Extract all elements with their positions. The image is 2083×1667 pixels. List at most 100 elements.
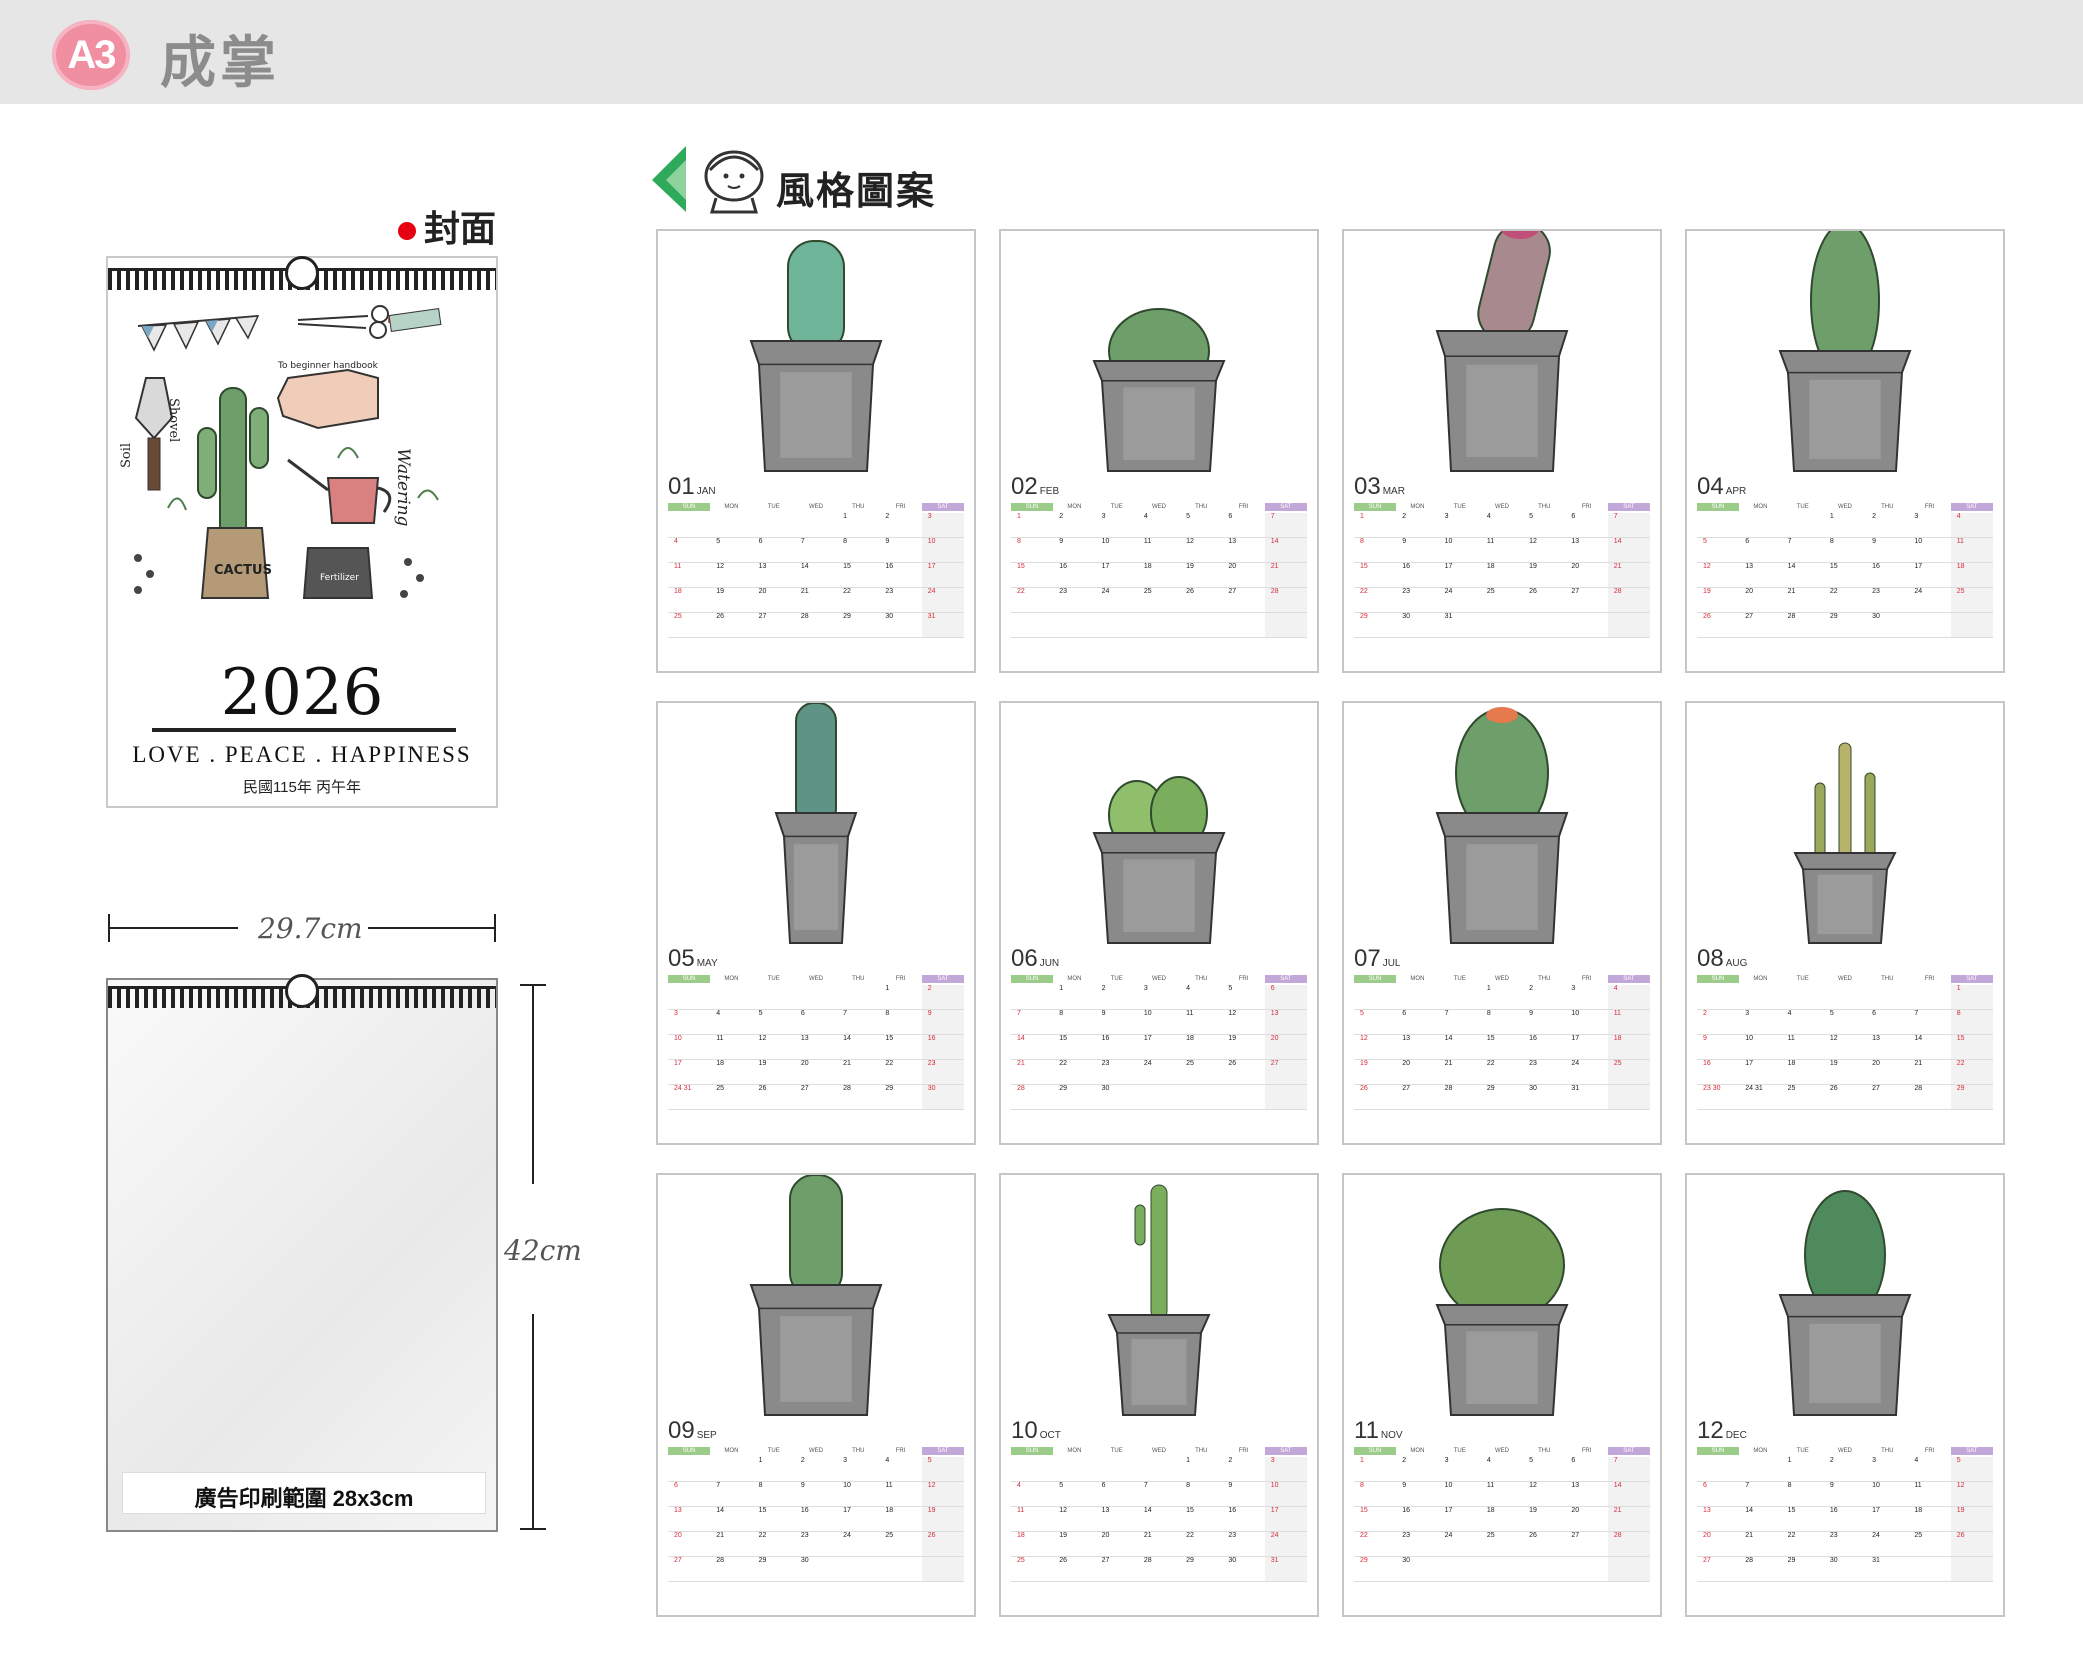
date-cell: 6 xyxy=(1402,1010,1407,1017)
date-cell xyxy=(1607,613,1650,637)
month-page: 09 SEP SUN MON TUE WED THU FRI SAT 1 2 3 4 5 6 7 8 9 10 11 1… xyxy=(656,1173,976,1617)
date-cell: 22 xyxy=(758,1532,767,1539)
date-cell: 21 xyxy=(1143,1532,1152,1539)
month-abbr: SEP xyxy=(696,1430,717,1441)
date-cell: 7 xyxy=(1607,513,1650,537)
date-cell: 11 xyxy=(1787,1035,1795,1042)
date-cell: 15 xyxy=(1360,563,1368,570)
date-cell: 6 xyxy=(674,1482,678,1489)
date-cell: 26 xyxy=(1950,1532,1993,1556)
date-cell: 13 xyxy=(1101,1507,1110,1514)
date-cell: 12 xyxy=(1529,1482,1537,1489)
date-cell: 21 xyxy=(1745,1532,1754,1539)
weekday-label: TUE xyxy=(767,504,780,510)
week-row: 12 13 14 15 16 17 18 xyxy=(1697,563,1993,588)
date-cell: 22 xyxy=(1360,1532,1368,1539)
weekday-label: MON xyxy=(1753,1448,1768,1454)
date-cell: 9 xyxy=(1703,1035,1707,1042)
date-cell: 1 xyxy=(1059,985,1064,992)
date-cell: 13 xyxy=(1872,1035,1880,1042)
weekday-label: WED xyxy=(1837,504,1852,510)
date-cell: 10 xyxy=(1571,1010,1580,1017)
date-cell: 31 xyxy=(1571,1085,1580,1092)
weekday-label: MON xyxy=(1067,1448,1082,1454)
date-cell: 13 xyxy=(1264,1010,1307,1034)
date-cell: 4 xyxy=(1950,513,1993,537)
date-cell: 22 xyxy=(1787,1532,1796,1539)
weekday-label: SUN xyxy=(1011,975,1054,983)
date-cell: 12 xyxy=(716,563,725,570)
date-cell: 10 xyxy=(1444,1482,1453,1489)
date-cell: 5 xyxy=(716,538,721,545)
weekday-label: MON xyxy=(724,976,739,982)
date-cell: 2 xyxy=(1228,1457,1233,1464)
date-cell xyxy=(1950,613,1993,637)
cover-year: 2026 xyxy=(220,656,384,730)
date-cell: 20 xyxy=(800,1060,809,1067)
date-cell: 4 xyxy=(1787,1010,1792,1017)
date-cell: 23 xyxy=(1529,1060,1537,1067)
date-cell: 17 xyxy=(1914,563,1923,570)
date-cell: 27 xyxy=(1703,1557,1711,1564)
date-cell xyxy=(1180,613,1222,637)
weekday-label: FRI xyxy=(1238,1448,1249,1454)
date-cell: 15 xyxy=(1360,1507,1368,1514)
week-row: 20 21 22 23 24 25 26 xyxy=(668,1532,964,1557)
date-cell: 16 xyxy=(1101,1035,1110,1042)
date-cell: 21 xyxy=(1444,1060,1453,1067)
week-row: 5 6 7 8 9 10 11 xyxy=(1697,538,1993,563)
month-number: 11 xyxy=(1354,1417,1379,1444)
weekday-label: TUE xyxy=(1110,504,1123,510)
date-cell: 12 xyxy=(1360,1035,1368,1042)
date-cell: 20 xyxy=(1745,588,1754,595)
date-cell xyxy=(1354,985,1396,1009)
date-cell: 8 xyxy=(1360,538,1364,545)
date-cell: 6 xyxy=(1228,513,1233,520)
date-cell: 25 xyxy=(1787,1085,1796,1092)
date-cell: 8 xyxy=(1017,538,1021,545)
date-grid: 1 2 3 4 5 6 7 8 9 10 11 12 13 14 15 16 17 18 19 20 21 22 23 24 2… xyxy=(1011,1457,1307,1582)
week-row: 27 28 29 30 xyxy=(668,1557,964,1582)
weekday-label: FRI xyxy=(1924,1448,1935,1454)
week-row: 8 9 10 11 12 13 14 xyxy=(1354,1482,1650,1507)
date-cell: 4 xyxy=(716,1010,721,1017)
date-cell: 5 xyxy=(1059,1482,1064,1489)
date-cell: 8 xyxy=(1950,1010,1993,1034)
soil-label: Soil xyxy=(119,443,134,468)
date-cell: 3 xyxy=(843,1457,848,1464)
date-cell: 11 xyxy=(1486,538,1495,545)
date-cell xyxy=(1565,1557,1607,1581)
height-label: 42cm xyxy=(504,1234,582,1267)
month-abbr: MAY xyxy=(696,958,718,969)
date-cell: 29 xyxy=(1486,1085,1495,1092)
date-cell: 28 xyxy=(1607,588,1650,612)
date-cell: 10 xyxy=(1872,1482,1880,1489)
date-cell xyxy=(837,1557,879,1581)
date-cell xyxy=(1523,1557,1565,1581)
date-cell: 26 xyxy=(1529,588,1537,595)
date-cell: 8 xyxy=(1360,1482,1364,1489)
date-cell: 22 xyxy=(1486,1060,1495,1067)
date-cell: 21 xyxy=(800,588,809,595)
date-cell: 21 xyxy=(843,1060,851,1067)
style-section-title: 風格圖案 xyxy=(776,171,937,213)
date-cell: 26 xyxy=(921,1532,964,1556)
style-section-label: 風格圖案 xyxy=(646,140,976,216)
date-cell: 25 xyxy=(1486,1532,1495,1539)
date-cell xyxy=(1138,613,1180,637)
date-cell: 20 xyxy=(1872,1060,1880,1067)
date-cell: 8 xyxy=(758,1482,763,1489)
date-cell: 15 xyxy=(758,1507,767,1514)
date-cell: 19 xyxy=(758,1060,767,1067)
date-cell: 28 xyxy=(1017,1085,1025,1092)
weekday-label: THU xyxy=(1538,504,1551,510)
weekday-label: SAT xyxy=(1950,503,1993,511)
cactus-illustration xyxy=(1092,776,1226,944)
date-cell: 4 xyxy=(1143,513,1148,520)
date-cell: 14 xyxy=(1264,538,1307,562)
date-cell: 9 xyxy=(1059,538,1064,545)
date-cell: 14 xyxy=(1444,1035,1453,1042)
month-abbr: JUL xyxy=(1382,958,1401,969)
dim-line xyxy=(532,984,534,1184)
date-grid: 1 2 3 4 5 6 7 8 9 10 11 12 13 14 15 16 17 18 19 20 21 22 23 24 … xyxy=(668,985,964,1110)
